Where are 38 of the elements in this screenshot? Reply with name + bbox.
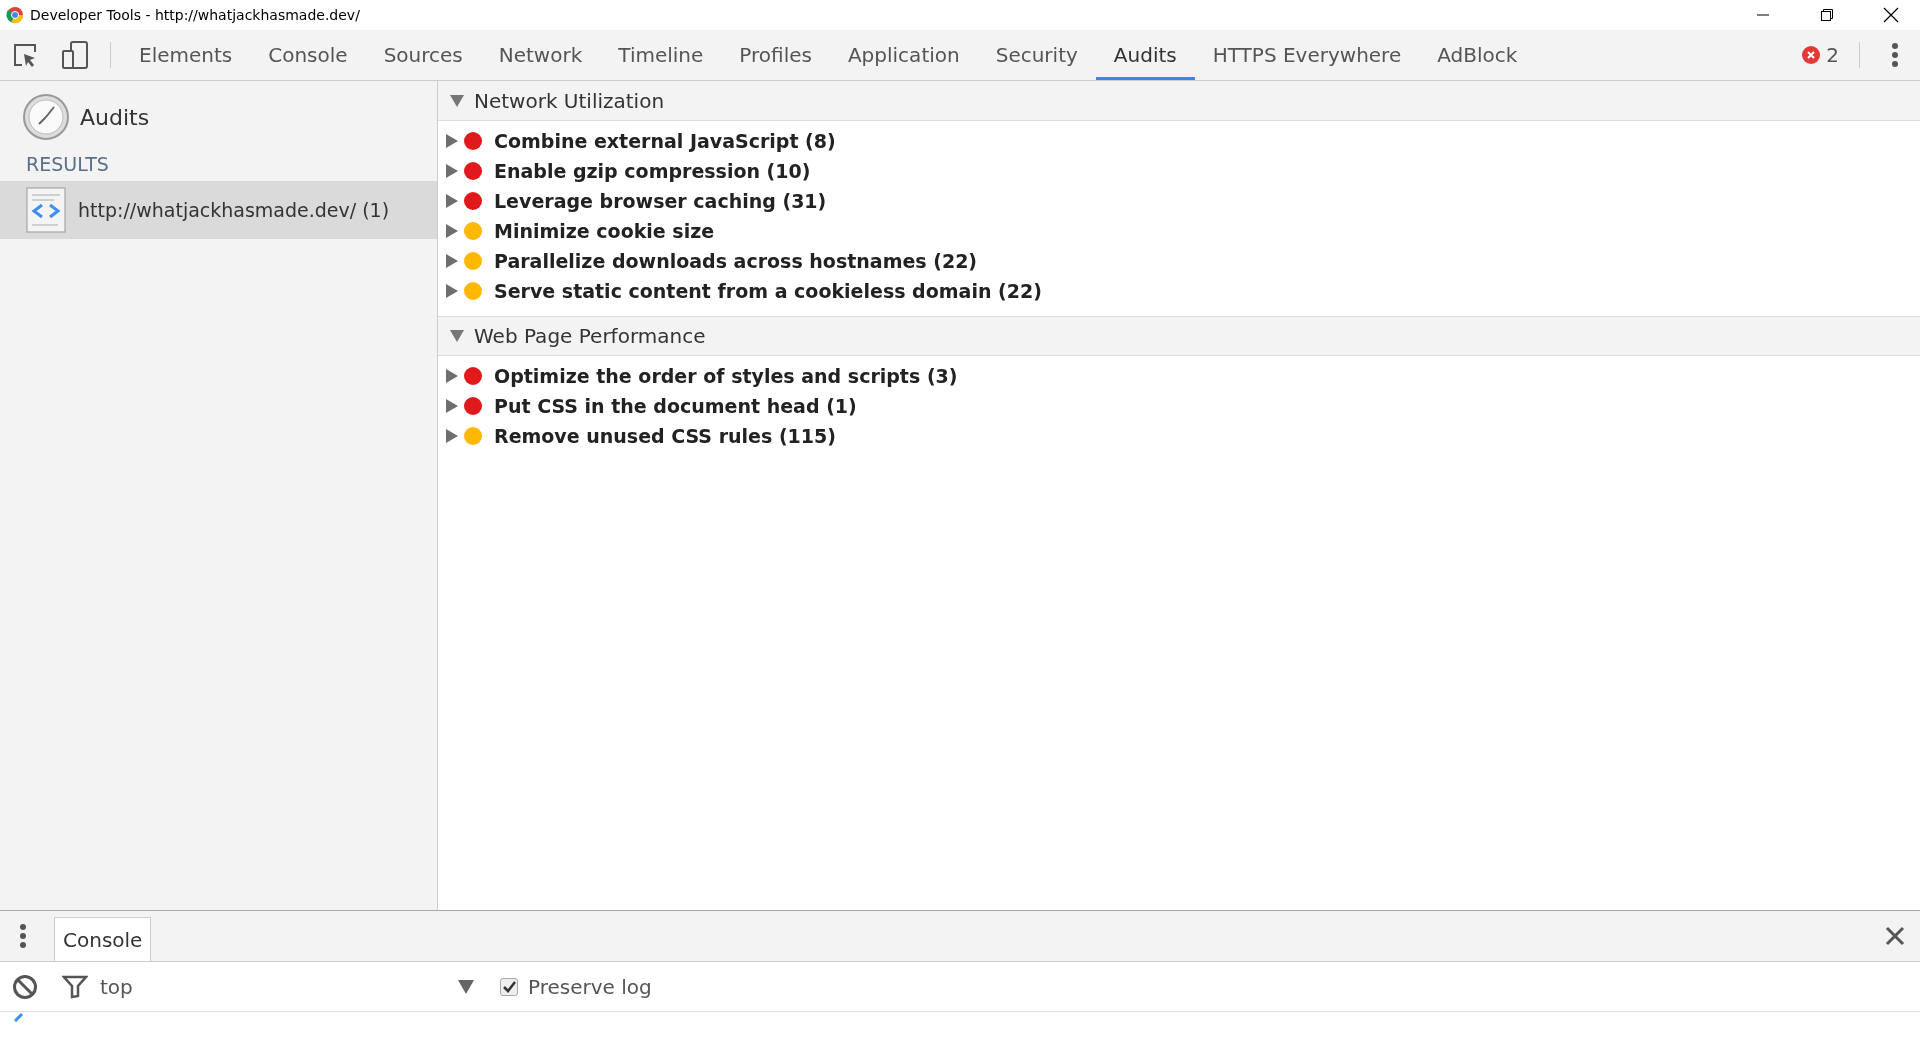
audit-rule[interactable]: Parallelize downloads across hostnames (22) <box>494 250 978 272</box>
panel-tab[interactable]: Timeline <box>600 30 722 80</box>
prompt-chevron-icon <box>14 1012 24 1022</box>
panel-tab[interactable]: Console <box>250 30 366 80</box>
panel-tab[interactable]: Application <box>829 30 978 80</box>
category-header[interactable]: Network Utilization <box>438 81 1920 121</box>
close-icon <box>1883 7 1899 23</box>
audit-rule[interactable]: Leverage browser caching (31) <box>494 190 827 212</box>
section-heading: RESULTS <box>25 152 110 177</box>
result-item[interactable]: http://whatjackhasmade.dev/ (1) <box>0 181 437 239</box>
error-counter[interactable]: 2 <box>1792 30 1849 80</box>
audit-rule[interactable]: Serve static content from a cookieless domain (22) <box>494 280 1042 302</box>
caret-icon <box>458 979 474 994</box>
checkbox-label: Preserve log <box>528 974 652 999</box>
panel-tab[interactable]: Sources <box>365 30 481 80</box>
audit-rule[interactable]: Optimize the order of styles and scripts (3) <box>494 365 958 387</box>
restore-icon <box>1820 8 1834 22</box>
audit-rule[interactable]: Remove unused CSS rules (115) <box>494 425 836 447</box>
context-selector[interactable]: top <box>100 974 480 999</box>
category-header[interactable]: Web Page Performance <box>438 316 1920 356</box>
panel-tab[interactable]: Profiles <box>721 30 830 80</box>
error-icon <box>1802 46 1821 64</box>
audit-rule[interactable]: Combine external JavaScript (8) <box>494 130 836 152</box>
panel-tab[interactable]: Security <box>977 30 1096 80</box>
panel-tab[interactable]: Elements <box>121 30 251 80</box>
preserve-log-checkbox[interactable] <box>500 977 518 996</box>
sidebar-title: Audits <box>80 104 150 130</box>
document-code-icon <box>26 187 66 233</box>
clock-icon <box>22 93 70 141</box>
window-title: Developer Tools - http://whatjackhasmade.dev/ <box>30 7 361 23</box>
audit-rule[interactable]: Minimize cookie size <box>494 220 715 242</box>
panel-tab[interactable]: HTTPS Everywhere <box>1194 30 1420 80</box>
audit-rule[interactable]: Put CSS in the document head (1) <box>494 395 857 417</box>
panel-tab[interactable]: Network <box>480 30 601 80</box>
browser-logo-icon <box>6 6 24 24</box>
audit-rule[interactable]: Enable gzip compression (10) <box>494 160 811 182</box>
panel-tab[interactable]: AdBlock <box>1419 30 1536 80</box>
drawer-tab[interactable]: Console <box>54 917 152 961</box>
